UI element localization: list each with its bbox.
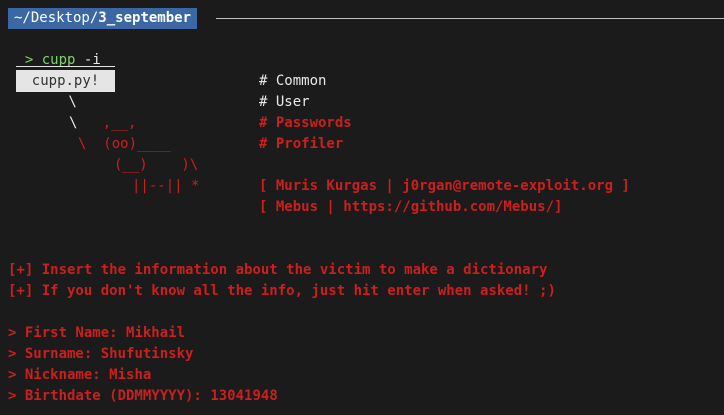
ascii-line-3: \ (oo)____ [78, 136, 171, 152]
ascii-line-1: \ [60, 94, 77, 110]
ascii-line-2: \ ,__, [69, 115, 137, 131]
menu-common: # Common [259, 73, 327, 89]
command-line[interactable]: > cupp -i [8, 29, 101, 71]
info-message-2: [+] If you don't know all the info, just… [8, 283, 556, 299]
field-value: Shufutinsky [100, 346, 194, 362]
bubble-border [16, 66, 115, 67]
credit-author: [ Muris Kurgas | j0rgan@remote-exploit.o… [259, 178, 630, 194]
field-first-name[interactable]: > First Name: Mikhail [8, 323, 185, 344]
credit-maintainer: [ Mebus | https://github.com/Mebus/] [259, 199, 563, 215]
field-label: > First Name: [8, 325, 118, 341]
prompt-dir: 3_september [98, 10, 192, 26]
field-value: Mikhail [126, 325, 186, 341]
field-label: > Nickname: [8, 367, 101, 383]
field-surname[interactable]: > Surname: Shufutinsky [8, 344, 193, 365]
menu-profiler: # Profiler [259, 136, 344, 152]
field-label: > Surname: [8, 346, 93, 362]
field-value: Misha [109, 367, 152, 383]
menu-user: # User [259, 94, 310, 110]
menu-passwords: # Passwords [259, 115, 352, 131]
ascii-line-5: ||--|| * [132, 178, 200, 194]
field-birthdate[interactable]: > Birthdate (DDMMYYYY): 13041948 [8, 386, 278, 407]
field-label: > Birthdate (DDMMYYYY): [8, 388, 202, 404]
prompt-home: ~/Desktop/ [14, 10, 99, 26]
field-nickname[interactable]: > Nickname: Misha [8, 365, 151, 386]
prompt-path-badge: ~/Desktop/3_september [8, 8, 198, 29]
ascii-line-4: (__) )\ [114, 157, 199, 173]
speech-bubble: cupp.py! [16, 70, 115, 92]
prompt-divider [216, 18, 724, 19]
field-value: 13041948 [210, 388, 278, 404]
info-message-1: [+] Insert the information about the vic… [8, 262, 548, 278]
